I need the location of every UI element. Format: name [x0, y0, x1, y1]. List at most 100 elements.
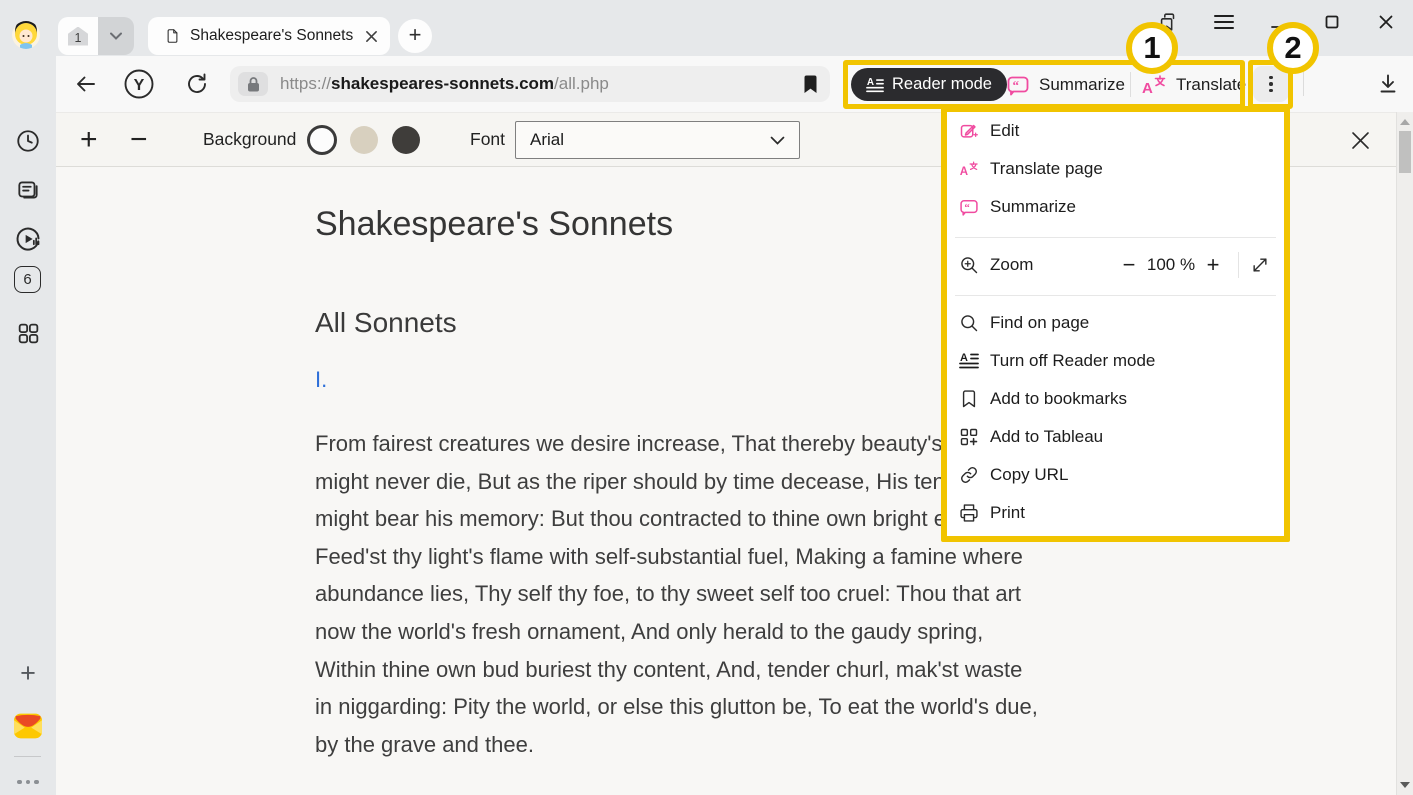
menu-label: Turn off Reader mode [990, 351, 1155, 371]
menu-label: Edit [990, 121, 1019, 141]
close-icon [1379, 15, 1393, 29]
sidebar-divider [14, 756, 41, 757]
sidebar-tab-badge: 6 [23, 271, 31, 288]
toolbar-divider [1130, 72, 1131, 97]
profile-avatar[interactable] [12, 21, 40, 49]
grid-icon [16, 321, 41, 346]
vertical-scrollbar[interactable] [1396, 112, 1413, 795]
summarize-button[interactable]: “ Summarize [1006, 60, 1125, 109]
menu-label: Find on page [990, 313, 1089, 333]
menu-zoom-row: Zoom − 100 % + [947, 246, 1284, 284]
toolbar-divider [1303, 72, 1304, 96]
menu-item-add-bookmarks[interactable]: Add to bookmarks [947, 380, 1284, 418]
menu-label: Translate page [990, 159, 1103, 179]
url-text: https://shakespeares-sonnets.com/all.php [280, 74, 803, 94]
window-maximize-button[interactable] [1320, 10, 1344, 34]
yandex-logo-icon: Y [124, 69, 154, 99]
tab-count-container: 1 [58, 17, 98, 55]
font-select[interactable]: Arial [515, 121, 800, 159]
menu-item-copy-url[interactable]: Copy URL [947, 456, 1284, 494]
menu-separator [955, 237, 1276, 238]
tab-list-dropdown[interactable] [98, 17, 134, 55]
browser-menu-button[interactable] [1212, 10, 1236, 34]
tab-group-counter[interactable]: 1 [58, 17, 134, 55]
zoom-in-button[interactable]: + [1199, 252, 1227, 278]
browser-tab[interactable]: Shakespeare's Sonnets [148, 17, 390, 55]
reload-icon [185, 72, 209, 96]
menu-separator [955, 295, 1276, 296]
back-button[interactable] [74, 72, 98, 96]
menu-item-find-on-page[interactable]: Find on page [947, 304, 1284, 342]
downloads-button[interactable] [1376, 72, 1400, 96]
font-label: Font [470, 113, 505, 166]
chevron-down-icon [110, 32, 122, 40]
url-path: /all.php [554, 74, 609, 93]
summarize-label: Summarize [1039, 75, 1125, 95]
font-decrease-button[interactable]: − [130, 113, 148, 166]
menu-item-turn-off-reader[interactable]: A Turn off Reader mode [947, 342, 1284, 380]
page-actions-dropdown-menu: Edit A Translate page “ Summarize Zoom −… [941, 106, 1290, 542]
tab-title: Shakespeare's Sonnets [190, 27, 365, 45]
scrollbar-thumb[interactable] [1399, 131, 1411, 173]
font-increase-button[interactable]: + [80, 113, 98, 166]
tab-count-badge: 1 [68, 27, 88, 46]
url-scheme: https:// [280, 74, 331, 93]
zoom-label: Zoom [990, 255, 1033, 275]
ai-actions-group: A Reader mode “ Summarize A Translate [843, 60, 1245, 109]
zoom-value: 100 % [1143, 255, 1199, 275]
menu-item-summarize[interactable]: “ Summarize [947, 188, 1284, 226]
fullscreen-icon[interactable] [1250, 255, 1270, 275]
edit-icon [959, 121, 979, 141]
background-label: Background [203, 113, 296, 166]
svg-text:“: “ [964, 202, 970, 214]
translate-label: Translate [1176, 75, 1246, 95]
new-tab-button[interactable]: + [398, 19, 432, 53]
window-close-button[interactable] [1374, 10, 1398, 34]
svg-text:A: A [960, 352, 968, 364]
yandex-home-button[interactable]: Y [124, 69, 154, 99]
avatar-girl-icon [12, 21, 40, 49]
background-light-option[interactable] [307, 125, 337, 155]
menu-label: Add to Tableau [990, 427, 1103, 447]
scroll-down-arrow[interactable] [1400, 782, 1410, 788]
background-dark-option[interactable] [392, 126, 420, 154]
reload-button[interactable] [185, 72, 209, 96]
menu-item-print[interactable]: Print [947, 494, 1284, 532]
history-button[interactable] [14, 127, 42, 155]
apps-grid-button[interactable] [14, 319, 42, 347]
reader-mode-icon: A [866, 76, 884, 94]
zoom-out-button[interactable]: − [1115, 252, 1143, 278]
document-icon [165, 27, 180, 45]
scroll-up-arrow[interactable] [1400, 119, 1410, 125]
printer-icon [959, 503, 979, 523]
svg-text:“: “ [1013, 77, 1020, 92]
tab-close-icon[interactable] [365, 30, 378, 43]
menu-item-add-tableau[interactable]: Add to Tableau [947, 418, 1284, 456]
media-button[interactable] [14, 225, 42, 253]
menu-label: Add to bookmarks [990, 389, 1127, 409]
bookmark-filled-icon[interactable] [803, 75, 818, 94]
lock-icon [247, 77, 260, 92]
menu-item-translate-page[interactable]: A Translate page [947, 150, 1284, 188]
yandex-mail-button[interactable] [14, 712, 42, 740]
sidebar-add-button[interactable]: + [14, 659, 42, 687]
address-bar[interactable]: https://shakespeares-sonnets.com/all.php [230, 66, 830, 102]
bookmark-icon [959, 389, 979, 409]
tableau-grid-icon [959, 427, 979, 447]
menu-item-edit[interactable]: Edit [947, 112, 1284, 150]
close-reader-toolbar-button[interactable] [1351, 131, 1370, 150]
maximize-icon [1325, 15, 1339, 29]
window-titlebar: 1 Shakespeare's Sonnets + [0, 0, 1413, 56]
ellipsis-icon [17, 780, 39, 785]
sonnet-number-link[interactable]: I. [315, 367, 327, 393]
tab-count-panel-button[interactable]: 6 [14, 266, 41, 293]
ssl-lock-chip[interactable] [238, 72, 268, 96]
play-media-icon [14, 225, 42, 253]
reader-mode-button[interactable]: A Reader mode [851, 68, 1007, 101]
kebab-menu-icon [1269, 76, 1273, 93]
sidebar-more-button[interactable] [14, 768, 42, 795]
background-sepia-option[interactable] [350, 126, 378, 154]
back-arrow-icon [74, 72, 98, 96]
notes-button[interactable] [14, 176, 42, 204]
svg-text:A: A [1142, 80, 1153, 97]
